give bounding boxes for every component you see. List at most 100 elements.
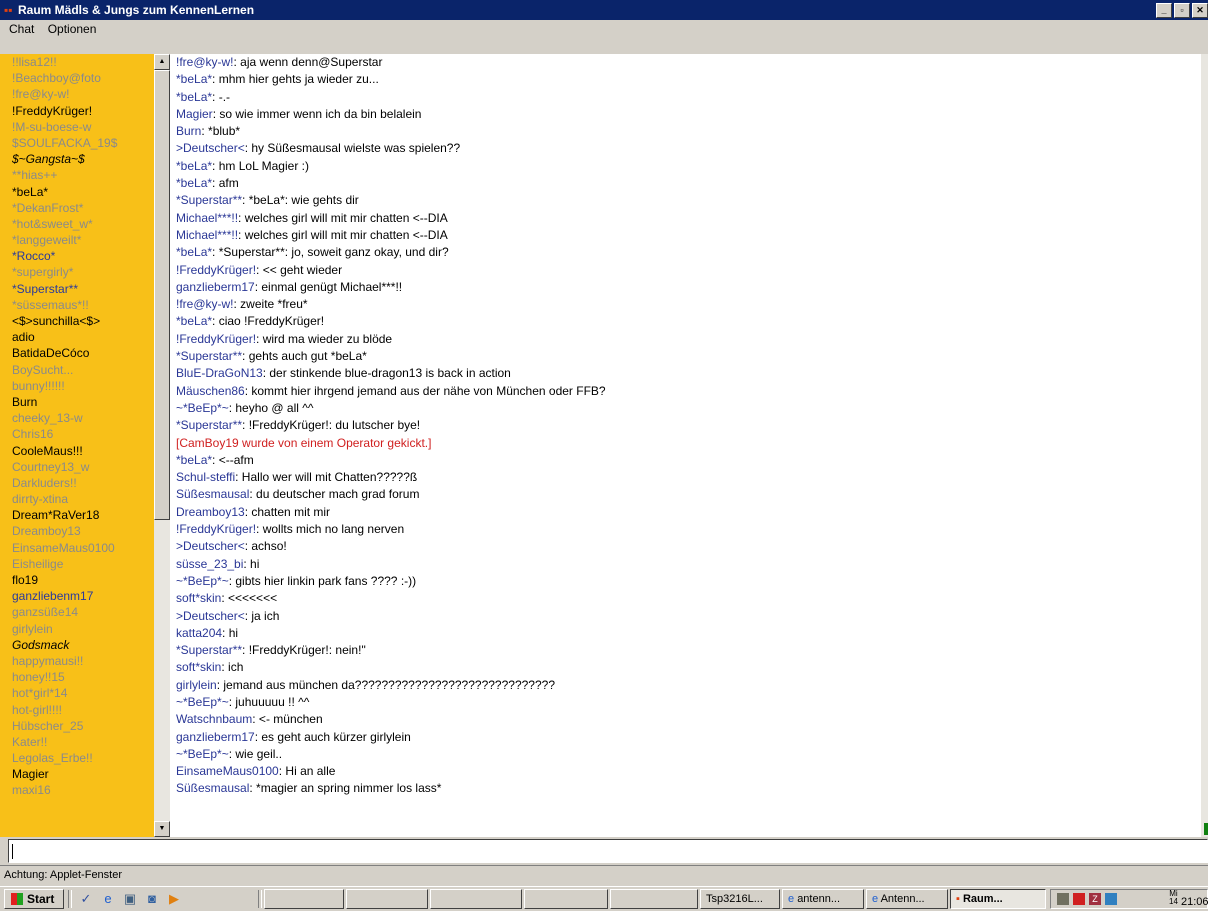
message-nick[interactable]: Michael***!! (176, 211, 238, 225)
menu-chat[interactable]: Chat (9, 22, 34, 36)
user-list-item[interactable]: hot*girl*14 (0, 685, 154, 701)
user-list-item[interactable]: ganzliebenm17 (0, 588, 154, 604)
scroll-thumb[interactable] (154, 70, 170, 520)
user-list-item[interactable]: !!lisa12!! (0, 54, 154, 70)
user-list-item[interactable]: Dream*RaVer18 (0, 507, 154, 523)
user-list-item[interactable]: bunny!!!!!! (0, 378, 154, 394)
user-list-item[interactable]: $SOULFACKA_19$ (0, 135, 154, 151)
user-list-item[interactable]: !fre@ky-w! (0, 86, 154, 102)
message-nick[interactable]: Süßesmausal (176, 487, 249, 501)
task-button[interactable] (524, 889, 608, 909)
user-list-item[interactable]: ganzsüße14 (0, 604, 154, 620)
zonealarm-icon[interactable]: Z (1089, 893, 1101, 905)
user-list-item[interactable]: !FreddyKrüger! (0, 103, 154, 119)
message-nick[interactable]: ~*BeEp*~ (176, 695, 229, 709)
desktop-icon[interactable]: ▣ (122, 891, 138, 907)
message-nick[interactable]: EinsameMaus0100 (176, 764, 279, 778)
task-button[interactable] (264, 889, 344, 909)
user-list-item[interactable]: !M-su-boese-w (0, 119, 154, 135)
message-nick[interactable]: Süßesmausal (176, 781, 249, 795)
message-nick[interactable]: !FreddyKrüger! (176, 522, 256, 536)
minimize-button[interactable]: _ (1156, 3, 1172, 18)
message-nick[interactable]: *beLa* (176, 453, 212, 467)
user-list-item[interactable]: *DekanFrost* (0, 200, 154, 216)
message-nick[interactable]: *beLa* (176, 245, 212, 259)
user-list-item[interactable]: adio (0, 329, 154, 345)
user-list-item[interactable]: Dreamboy13 (0, 523, 154, 539)
user-list-item[interactable]: **hias++ (0, 167, 154, 183)
user-list-item[interactable]: Courtney13_w (0, 459, 154, 475)
message-nick[interactable]: BluE-DraGoN13 (176, 366, 263, 380)
user-list-item[interactable]: Hübscher_25 (0, 718, 154, 734)
clock[interactable]: Mi14 21:06:1 (1169, 890, 1208, 911)
user-list-item[interactable]: *Superstar** (0, 281, 154, 297)
message-nick[interactable]: >Deutscher< (176, 141, 245, 155)
user-list-item[interactable]: BatidaDeCóco (0, 345, 154, 361)
message-nick[interactable]: ganzlieberm17 (176, 730, 255, 744)
user-list-item[interactable]: Chris16 (0, 426, 154, 442)
scroll-up-arrow-icon[interactable]: ▲ (154, 54, 170, 70)
task-button-raum[interactable]: ▪ Raum... (950, 889, 1046, 909)
antivirus-icon[interactable] (1073, 893, 1085, 905)
user-list-item[interactable]: Burn (0, 394, 154, 410)
message-nick[interactable]: *beLa* (176, 159, 212, 173)
user-list-item[interactable]: happymausi!! (0, 653, 154, 669)
user-list-item[interactable]: !Beachboy@foto (0, 70, 154, 86)
message-nick[interactable]: *beLa* (176, 176, 212, 190)
message-nick[interactable]: !FreddyKrüger! (176, 332, 256, 346)
message-nick[interactable]: Mäuschen86 (176, 384, 245, 398)
user-list-item[interactable]: <$>sunchilla<$> (0, 313, 154, 329)
message-nick[interactable]: süsse_23_bi (176, 557, 243, 571)
user-list-item[interactable]: Kater!! (0, 734, 154, 750)
message-nick[interactable]: Schul-steffi (176, 470, 235, 484)
check-icon[interactable]: ✓ (78, 891, 94, 907)
message-nick[interactable]: ~*BeEp*~ (176, 574, 229, 588)
message-input[interactable] (8, 839, 1208, 863)
message-nick[interactable]: girlylein (176, 678, 217, 692)
close-button[interactable]: ✕ (1192, 3, 1208, 18)
task-button-antenn-1[interactable]: e antenn... (782, 889, 864, 909)
user-list-item[interactable]: CooleMaus!!! (0, 443, 154, 459)
message-nick[interactable]: ~*BeEp*~ (176, 401, 229, 415)
message-nick[interactable]: Magier (176, 107, 213, 121)
chat-message-area[interactable]: !fre@ky-w!: aja wenn denn@Superstar *beLa… (170, 54, 1200, 837)
user-list-item[interactable]: girlylein (0, 621, 154, 637)
ie-icon[interactable]: e (100, 891, 116, 907)
message-nick[interactable]: Dreamboy13 (176, 505, 245, 519)
user-list-item[interactable]: *Rocco* (0, 248, 154, 264)
maximize-button[interactable]: ▫ (1174, 3, 1190, 18)
user-list-item[interactable]: *supergirly* (0, 264, 154, 280)
message-nick[interactable]: soft*skin (176, 591, 221, 605)
task-button[interactable] (430, 889, 522, 909)
message-nick[interactable]: !FreddyKrüger! (176, 263, 256, 277)
user-list-item[interactable]: honey!!15 (0, 669, 154, 685)
message-nick[interactable]: *Superstar** (176, 193, 242, 207)
message-nick[interactable]: >Deutscher< (176, 539, 245, 553)
window-icon[interactable]: ◙ (144, 891, 160, 907)
task-button-antenn-2[interactable]: e Antenn... (866, 889, 948, 909)
message-nick[interactable]: katta204 (176, 626, 222, 640)
message-nick[interactable]: *Superstar** (176, 643, 242, 657)
message-nick[interactable]: *beLa* (176, 90, 212, 104)
chat-scrollbar[interactable] (1200, 54, 1208, 837)
message-nick[interactable]: Watschnbaum (176, 712, 252, 726)
message-nick[interactable]: ~*BeEp*~ (176, 747, 229, 761)
message-nick[interactable]: !fre@ky-w! (176, 297, 234, 311)
scroll-down-arrow-icon[interactable]: ▼ (154, 821, 170, 837)
user-list-item[interactable]: Magier (0, 766, 154, 782)
message-nick[interactable]: *Superstar** (176, 418, 242, 432)
task-button[interactable] (610, 889, 698, 909)
network-icon[interactable] (1057, 893, 1069, 905)
user-list-item[interactable]: *langgeweilt* (0, 232, 154, 248)
user-list-item[interactable]: Eisheilige (0, 556, 154, 572)
message-nick[interactable]: >Deutscher< (176, 609, 245, 623)
message-nick[interactable]: ganzlieberm17 (176, 280, 255, 294)
user-list-item[interactable]: Legolas_Erbe!! (0, 750, 154, 766)
user-list-item[interactable]: maxi16 (0, 782, 154, 798)
user-list-item[interactable]: flo19 (0, 572, 154, 588)
user-list-item[interactable]: BoySucht... (0, 362, 154, 378)
user-list-item[interactable]: *hot&sweet_w* (0, 216, 154, 232)
title-bar[interactable]: ▪▪ Raum Mädls & Jungs zum KennenLernen _… (0, 0, 1208, 20)
user-list-item[interactable]: *beLa* (0, 184, 154, 200)
messenger-icon[interactable] (1105, 893, 1117, 905)
